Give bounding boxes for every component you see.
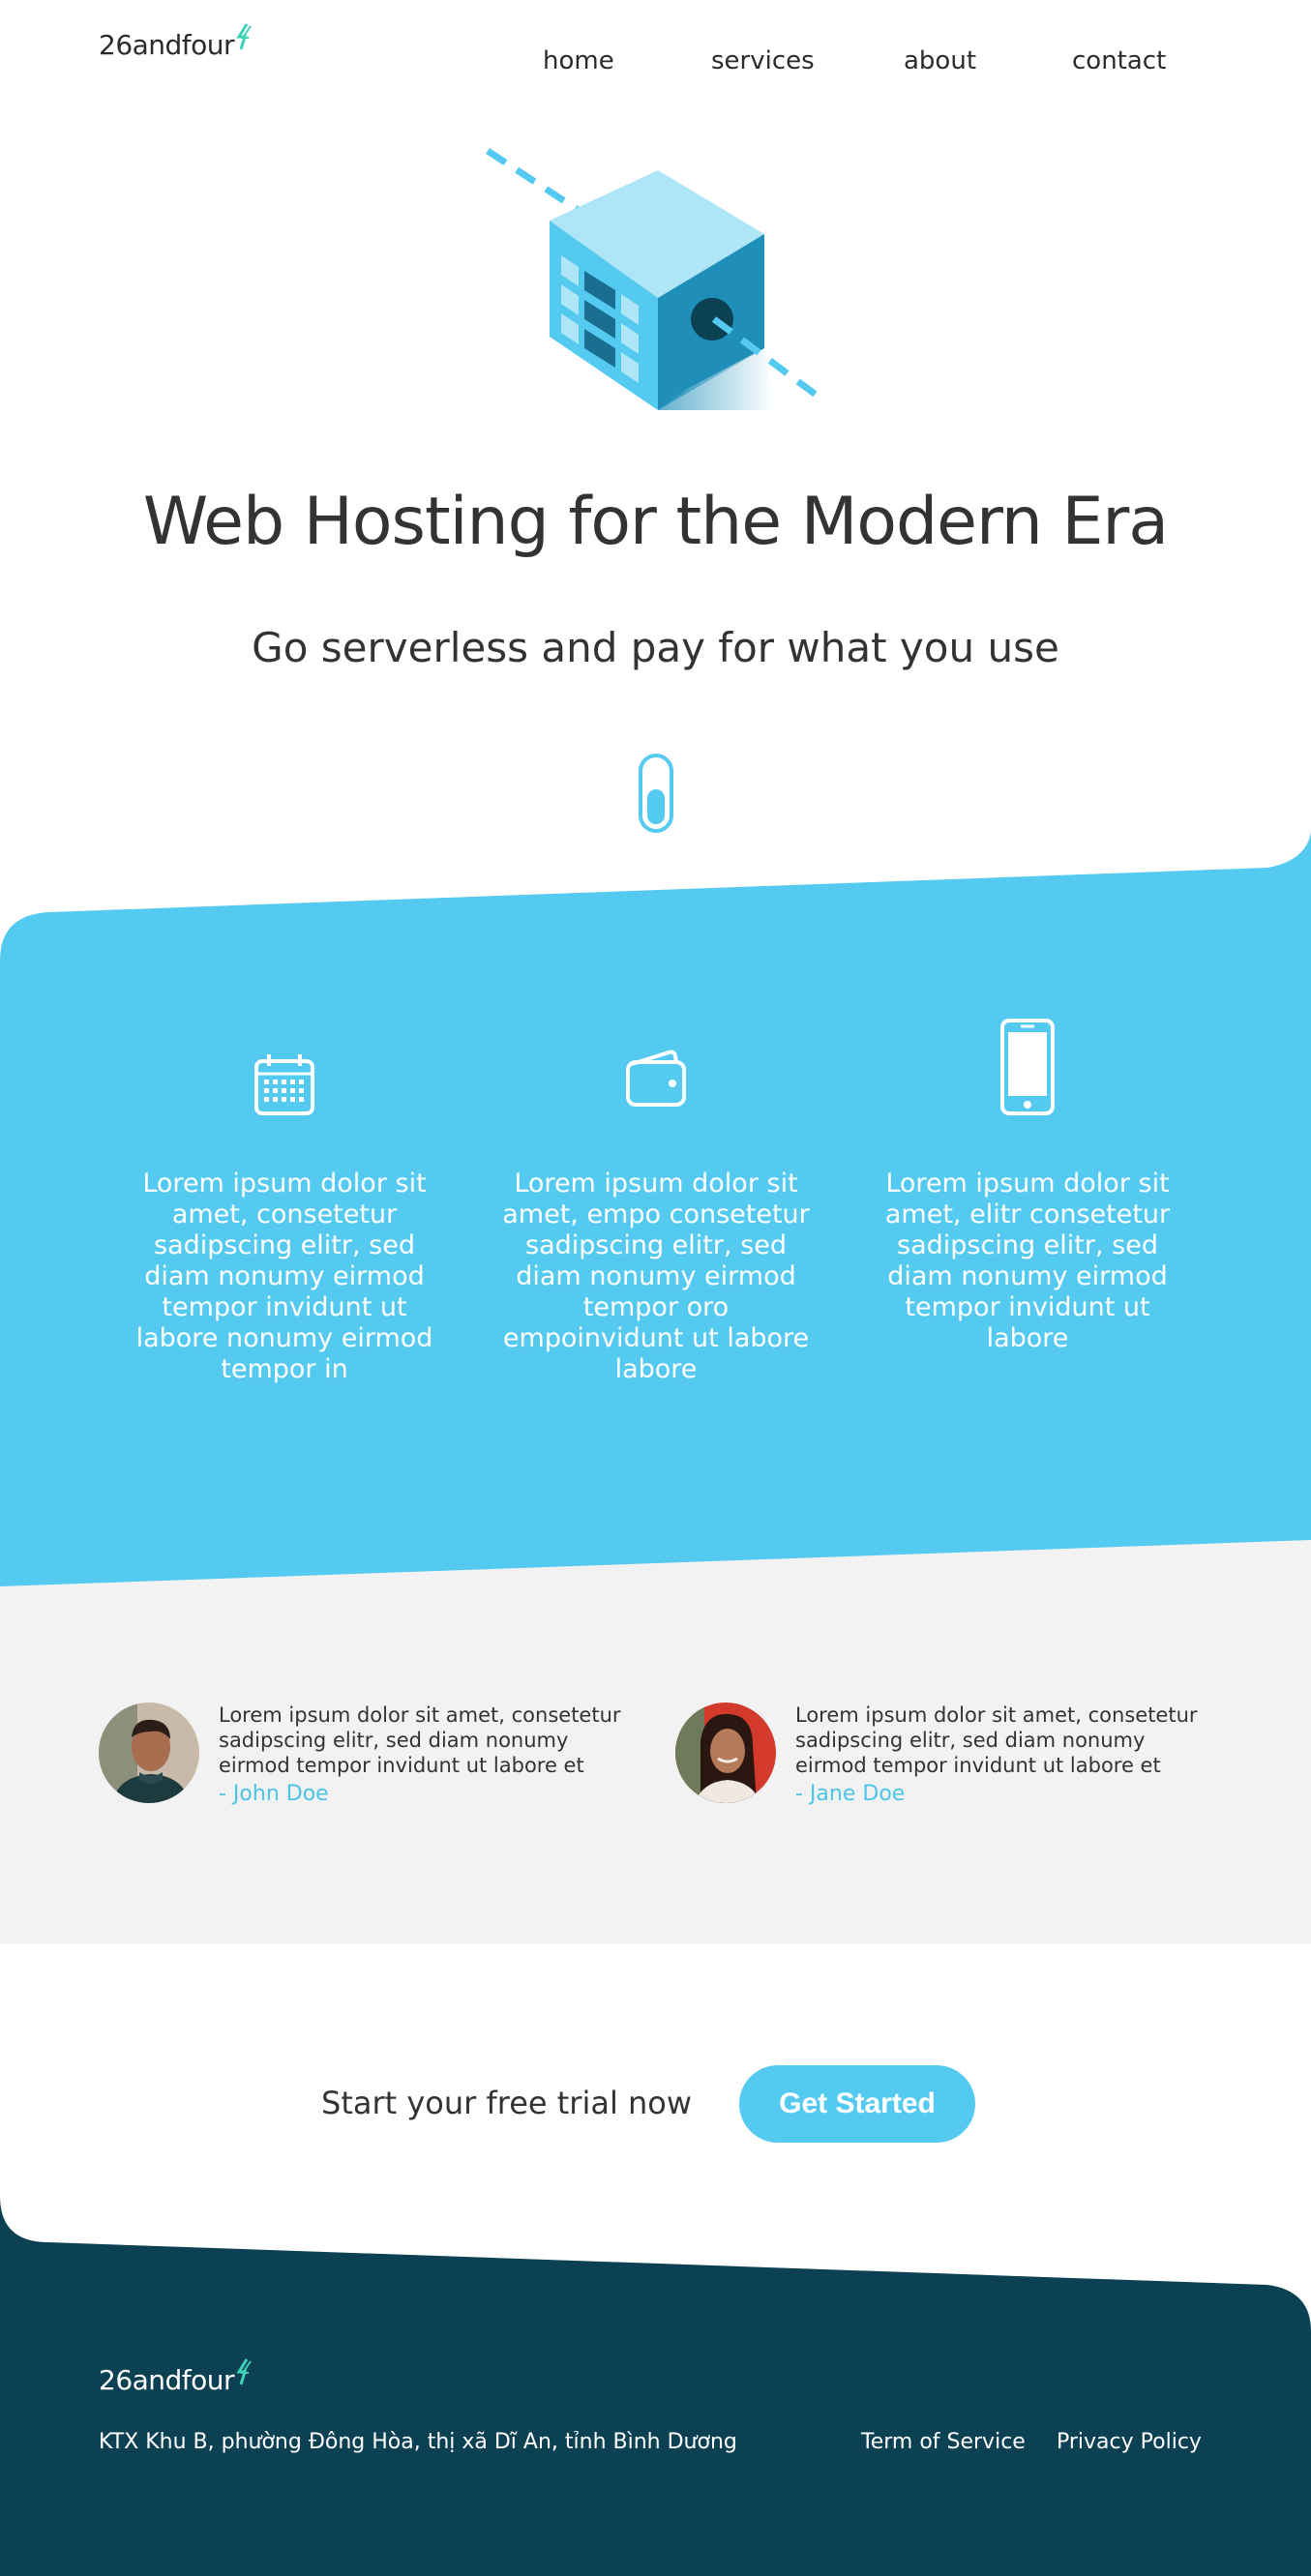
footer-brand-logo[interactable]: 26andfour	[99, 2358, 252, 2396]
nav-about[interactable]: about	[904, 46, 976, 75]
calendar-icon	[254, 1054, 314, 1115]
mobile-phone-icon	[1000, 1019, 1055, 1115]
footer-brand-logo-text: 26andfour	[99, 2364, 235, 2396]
avatar-jane-doe	[675, 1703, 776, 1803]
main-nav: home services about contact	[0, 46, 1311, 85]
footer-address: KTX Khu B, phường Đông Hòa, thị xã Dĩ An…	[99, 2430, 737, 2454]
feature-text-1: Lorem ipsum dolor sit amet, consetetur s…	[135, 1169, 433, 1384]
footer-link-terms[interactable]: Term of Service	[861, 2430, 1026, 2454]
wallet-icon	[626, 1050, 686, 1107]
scroll-down-icon[interactable]	[638, 753, 674, 834]
avatar-john-doe	[99, 1703, 199, 1803]
hero-subtitle: Go serverless and pay for what you use	[252, 624, 1059, 671]
nav-home[interactable]: home	[543, 46, 614, 75]
nav-contact[interactable]: contact	[1072, 46, 1166, 75]
testimonial-author-1: - John Doe	[219, 1782, 329, 1806]
feature-text-2: Lorem ipsum dolor sit amet, empo consete…	[502, 1169, 810, 1384]
hero-title: Web Hosting for the Modern Era	[142, 484, 1169, 560]
testimonial-2: Lorem ipsum dolor sit amet, consetetur s…	[675, 1703, 1217, 1809]
testimonial-quote-1: Lorem ipsum dolor sit amet, consetetur s…	[219, 1703, 621, 1777]
get-started-button[interactable]: Get Started	[739, 2065, 975, 2143]
lightning-bolt-icon	[236, 2358, 252, 2385]
cta-text: Start your free trial now	[321, 2085, 693, 2121]
testimonial-quote-2: Lorem ipsum dolor sit amet, consetetur s…	[795, 1703, 1198, 1777]
footer-link-privacy[interactable]: Privacy Policy	[1057, 2430, 1202, 2454]
server-building-illustration	[486, 148, 821, 410]
feature-text-3: Lorem ipsum dolor sit amet, elitr conset…	[884, 1169, 1171, 1353]
testimonial-1: Lorem ipsum dolor sit amet, consetetur s…	[99, 1703, 641, 1809]
nav-services[interactable]: services	[711, 46, 815, 75]
testimonial-author-2: - Jane Doe	[795, 1782, 906, 1806]
